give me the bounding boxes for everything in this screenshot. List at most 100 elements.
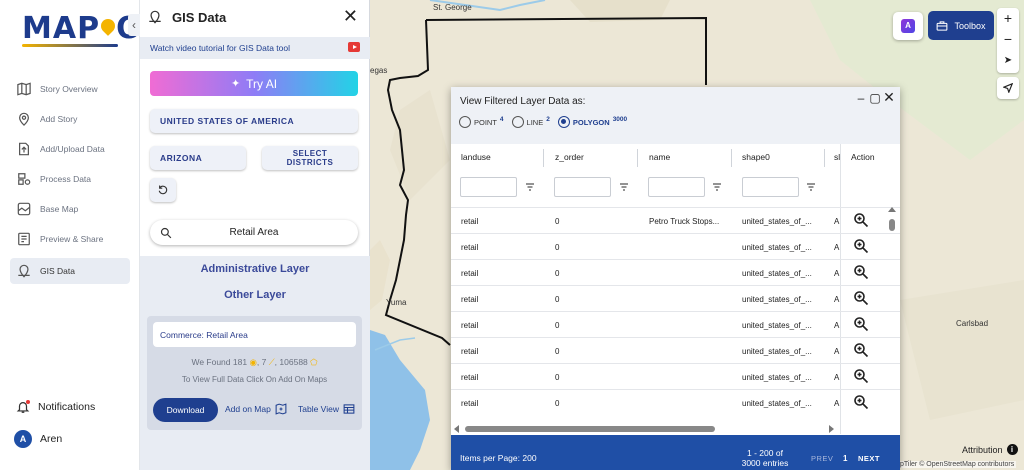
sidebar-item-add-upload-data[interactable]: Add/Upload Data: [10, 136, 130, 162]
zoom-to-feature-icon[interactable]: [853, 264, 869, 280]
other-layer-heading[interactable]: Other Layer: [140, 289, 370, 301]
found-prefix: We Found: [191, 357, 231, 367]
column-header-z-order[interactable]: z_order: [555, 152, 584, 162]
try-ai-label: Try AI: [246, 76, 278, 91]
zoom-to-feature-icon[interactable]: [853, 316, 869, 332]
compass-button[interactable]: ➤: [997, 50, 1019, 71]
table-cell-sl: A: [834, 217, 840, 226]
try-ai-button[interactable]: ✦ Try AI: [150, 71, 358, 96]
radio-point[interactable]: POINT 4: [459, 116, 504, 128]
zoom-to-feature-icon[interactable]: [853, 290, 869, 306]
table-cell-z-order: 0: [555, 243, 560, 252]
toolbox-button[interactable]: Toolbox: [928, 11, 994, 40]
items-per-page[interactable]: Items per Page: 200: [460, 453, 537, 463]
column-header-shape0[interactable]: shape0: [742, 152, 770, 162]
select-districts-button[interactable]: SELECT DISTRICTS: [262, 146, 358, 170]
radio-line[interactable]: LINE 2: [511, 116, 550, 128]
close-icon[interactable]: ✕: [343, 7, 358, 25]
ai-assistant-button[interactable]: A: [893, 12, 923, 40]
location-pin-icon: [16, 111, 32, 127]
scroll-thumb[interactable]: [889, 219, 895, 231]
layer-name-field[interactable]: Commerce: Retail Area: [153, 322, 356, 347]
user-profile[interactable]: A Aren: [14, 430, 62, 448]
panel-header: GIS Data ✕: [140, 0, 370, 34]
sidebar-item-label: Add/Upload Data: [40, 144, 105, 154]
administrative-layer-heading[interactable]: Administrative Layer: [140, 263, 370, 275]
column-separator[interactable]: [824, 149, 825, 167]
add-on-map-button[interactable]: Add on Map: [225, 403, 287, 415]
process-icon: [16, 171, 32, 187]
filter-icon[interactable]: [712, 182, 722, 192]
zoom-to-feature-icon[interactable]: [853, 238, 869, 254]
table-view-button[interactable]: Table View: [298, 403, 355, 415]
filter-input-landuse[interactable]: [460, 177, 517, 197]
column-header-landuse[interactable]: landuse: [461, 152, 491, 162]
filter-icon[interactable]: [619, 182, 629, 192]
zoom-to-feature-icon[interactable]: [853, 342, 869, 358]
reset-button[interactable]: [150, 178, 176, 202]
column-separator[interactable]: [637, 149, 638, 167]
column-header-name[interactable]: name: [649, 152, 670, 162]
tutorial-text: Watch video tutorial for GIS Data tool: [150, 43, 290, 53]
zoom-to-feature-icon[interactable]: [853, 212, 869, 228]
minimize-icon[interactable]: –: [854, 91, 868, 105]
districts-label-line1: SELECT: [292, 149, 328, 158]
table-row[interactable]: retail 0 united_states_of_... A: [451, 311, 900, 337]
youtube-icon[interactable]: [348, 42, 360, 52]
refresh-icon: [158, 185, 168, 195]
sidebar-item-process-data[interactable]: Process Data: [10, 166, 130, 192]
scroll-left-arrow[interactable]: [454, 425, 459, 433]
horizontal-scrollbar[interactable]: [451, 424, 840, 434]
filter-icon[interactable]: [525, 182, 535, 192]
map-label-st-george: St. George: [433, 3, 472, 12]
notifications-button[interactable]: Notifications: [16, 400, 95, 414]
table-row[interactable]: retail 0 united_states_of_... A: [451, 259, 900, 285]
table-cell-z-order: 0: [555, 295, 560, 304]
download-button[interactable]: Download: [153, 398, 218, 422]
close-icon[interactable]: ✕: [882, 89, 896, 106]
next-page-button[interactable]: NEXT: [858, 454, 880, 463]
table-row[interactable]: retail 0 united_states_of_... A: [451, 285, 900, 311]
attribution-button[interactable]: Attribution i: [962, 444, 1018, 455]
prev-page-button[interactable]: PREV: [811, 454, 833, 463]
column-header-action: Action: [851, 152, 875, 162]
sidebar-item-add-story[interactable]: Add Story: [10, 106, 130, 132]
sidebar-item-preview-share[interactable]: Preview & Share: [10, 226, 130, 252]
filter-icon[interactable]: [806, 182, 816, 192]
filter-input-shape0[interactable]: [742, 177, 799, 197]
table-cell-landuse: retail: [461, 399, 479, 408]
table-row[interactable]: retail 0 united_states_of_... A: [451, 363, 900, 389]
zoom-to-feature-icon[interactable]: [853, 394, 869, 410]
layer-search-input[interactable]: Retail Area: [150, 220, 358, 245]
country-select[interactable]: UNITED STATES OF AMERICA: [150, 109, 358, 133]
panel-title: GIS Data: [172, 9, 227, 25]
table-row[interactable]: retail 0 united_states_of_... A: [451, 337, 900, 363]
scroll-right-arrow[interactable]: [829, 425, 834, 433]
zoom-in-button[interactable]: +: [997, 8, 1019, 29]
table-row[interactable]: retail 0 united_states_of_... A: [451, 389, 900, 415]
table-cell-shape0: united_states_of_...: [742, 295, 812, 304]
zoom-to-feature-icon[interactable]: [853, 368, 869, 384]
sidebar-item-story-overview[interactable]: Story Overview: [10, 76, 130, 102]
table-row[interactable]: retail 0 united_states_of_... A: [451, 233, 900, 259]
sidebar-item-gis-data[interactable]: GIS Data: [10, 258, 130, 284]
table-cell-z-order: 0: [555, 321, 560, 330]
video-tutorial-link[interactable]: Watch video tutorial for GIS Data tool: [140, 37, 370, 59]
sidebar-item-base-map[interactable]: Base Map: [10, 196, 130, 222]
maximize-icon[interactable]: ▢: [868, 91, 882, 105]
zoom-out-button[interactable]: −: [997, 29, 1019, 50]
locate-button[interactable]: [997, 77, 1019, 99]
column-separator[interactable]: [543, 149, 544, 167]
collapse-sidebar-button[interactable]: ‹: [128, 14, 140, 36]
scroll-up-arrow[interactable]: [888, 207, 896, 212]
radio-count: 4: [499, 115, 504, 123]
table-row[interactable]: retail 0 Petro Truck Stops... united_states…: [451, 207, 900, 233]
column-separator[interactable]: [731, 149, 732, 167]
scroll-thumb[interactable]: [465, 426, 715, 432]
filter-input-name[interactable]: [648, 177, 705, 197]
radio-polygon[interactable]: POLYGON 3000: [557, 116, 627, 128]
state-select[interactable]: ARIZONA: [150, 146, 246, 170]
filter-input-z-order[interactable]: [554, 177, 611, 197]
vertical-scrollbar[interactable]: [888, 207, 896, 427]
data-table: landuse z_order name shape0 sl Action re…: [451, 144, 900, 434]
